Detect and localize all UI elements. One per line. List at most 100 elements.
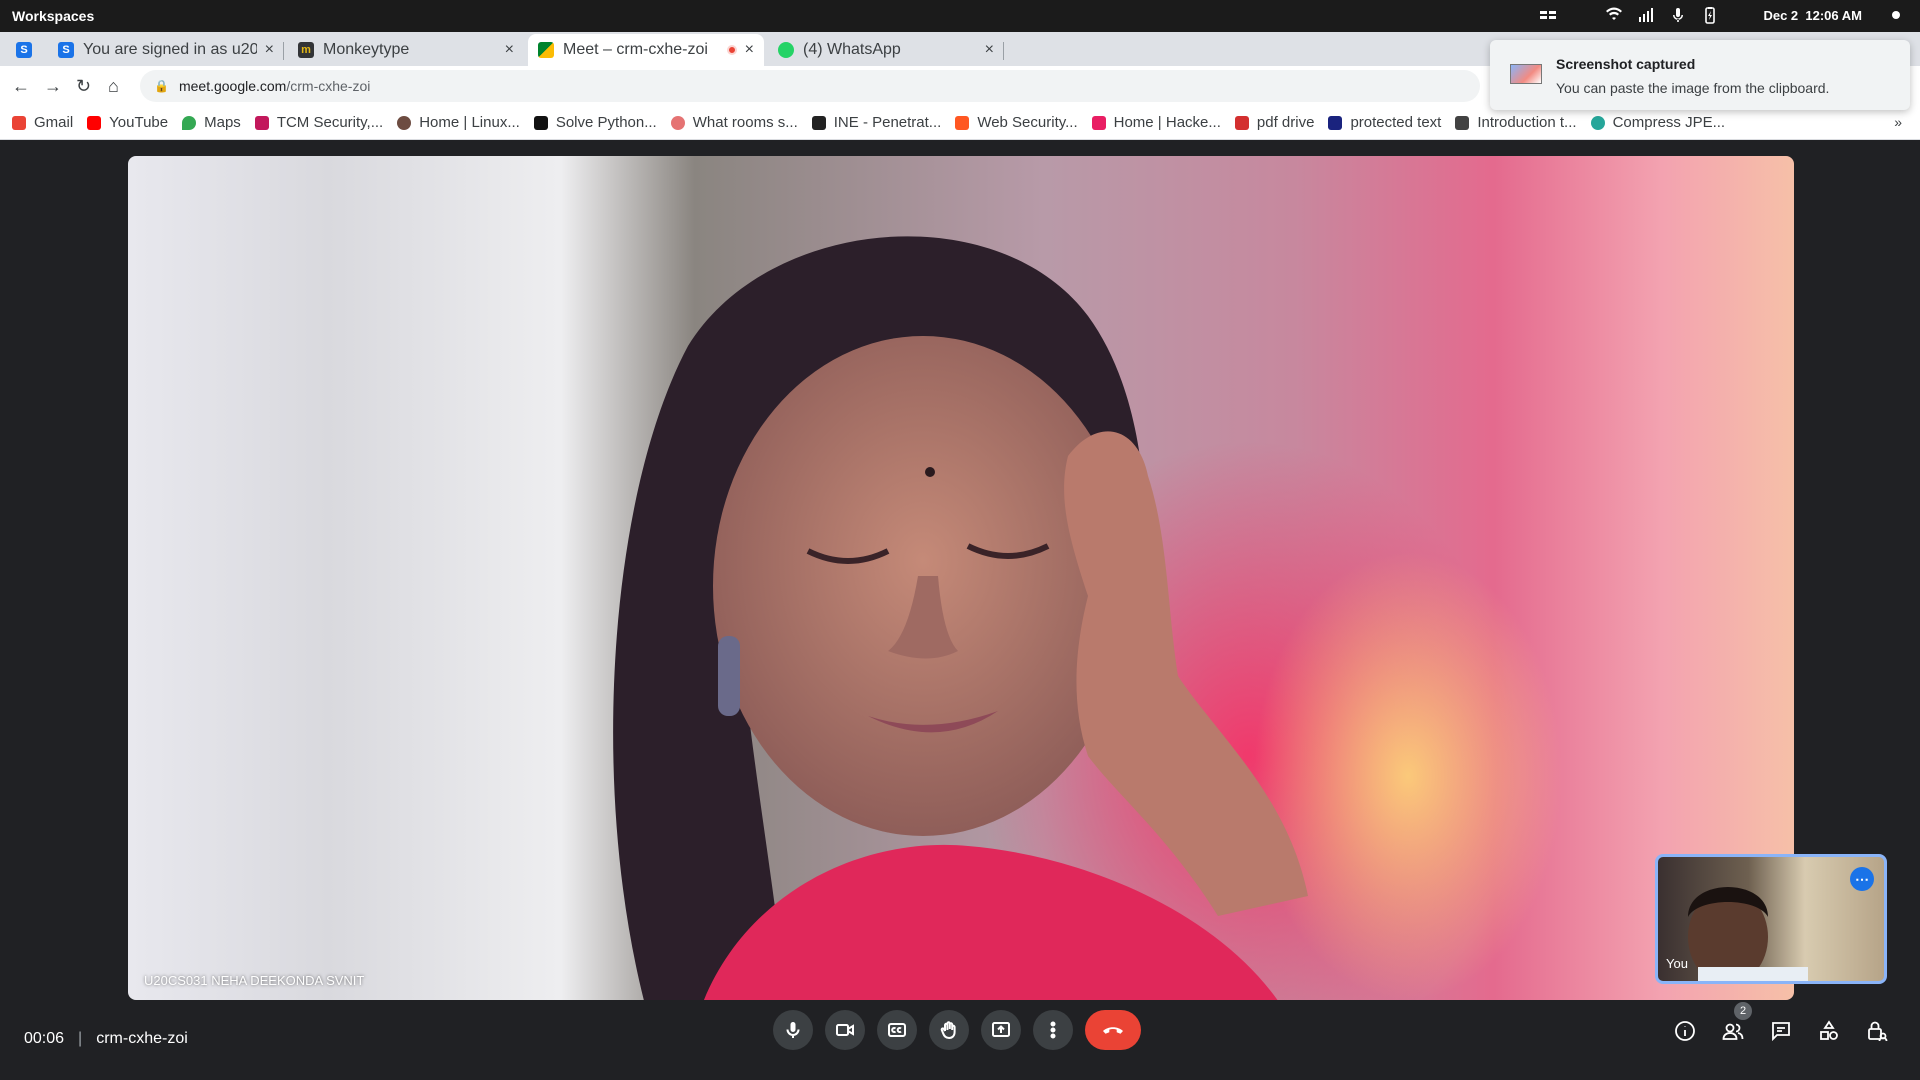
captions-button[interactable]	[877, 1010, 917, 1050]
gmail-icon	[12, 115, 26, 130]
tab-close-icon[interactable]: ×	[505, 41, 514, 59]
tab-close-icon[interactable]: ×	[985, 41, 994, 59]
bookmark-gmail[interactable]: Gmail	[12, 114, 73, 131]
tab-signed-in[interactable]: S You are signed in as u20 ×	[48, 34, 284, 66]
microphone-status-icon[interactable]	[1669, 6, 1687, 24]
activities-button[interactable]	[1816, 1018, 1842, 1044]
notification-body: You can paste the image from the clipboa…	[1556, 80, 1830, 96]
participant-video-tile[interactable]: U20CS031 NEHA DEEKONDA SVNIT	[128, 156, 1794, 1000]
maps-pin-icon	[182, 115, 197, 130]
clock-date: Dec 2	[1763, 7, 1799, 23]
bookmark-tcm-security[interactable]: TCM Security,...	[254, 114, 384, 131]
tab-close-icon[interactable]: ×	[265, 41, 274, 59]
tab-title: Meet – crm-cxhe-zoi	[563, 41, 708, 58]
protected-text-icon	[1328, 115, 1343, 130]
clock-time: 12:06 AM	[1805, 7, 1862, 23]
tab-meet[interactable]: Meet – crm-cxhe-zoi ×	[528, 34, 764, 66]
bookmark-linux-journey[interactable]: Home | Linux...	[397, 114, 520, 131]
camera-button[interactable]	[825, 1010, 865, 1050]
bookmark-protected-text[interactable]: protected text	[1328, 114, 1441, 131]
more-vertical-icon	[1050, 1021, 1056, 1039]
tab-separator	[1003, 42, 1004, 60]
chat-button[interactable]	[1768, 1018, 1794, 1044]
tab-whatsapp[interactable]: (4) WhatsApp ×	[768, 34, 1004, 66]
back-arrow-icon[interactable]: ←	[12, 76, 30, 97]
tcm-shield-icon	[254, 115, 269, 130]
signal-icon[interactable]	[1637, 6, 1655, 24]
info-icon	[1675, 1021, 1695, 1041]
meeting-details-button[interactable]	[1672, 1018, 1698, 1044]
reload-icon[interactable]: ↻	[76, 76, 91, 97]
tab-close-icon[interactable]: ×	[745, 41, 754, 59]
bookmark-label: YouTube	[109, 114, 169, 131]
raise-hand-button[interactable]	[929, 1010, 969, 1050]
bookmark-label: Compress JPE...	[1612, 114, 1726, 131]
bookmark-label: Home | Linux...	[419, 114, 520, 131]
bookmark-youtube[interactable]: YouTube	[87, 114, 168, 131]
self-view-more-options-icon[interactable]: ⋯	[1850, 867, 1874, 891]
battery-icon[interactable]	[1701, 6, 1719, 24]
wifi-icon[interactable]	[1605, 6, 1623, 24]
pinned-tab[interactable]: S	[10, 34, 40, 66]
self-view-label: You	[1666, 956, 1688, 971]
youtube-icon	[87, 115, 102, 130]
host-controls-button[interactable]	[1864, 1018, 1890, 1044]
bookmark-label: Introduction t...	[1477, 114, 1577, 131]
bookmark-label: TCM Security,...	[276, 114, 384, 131]
bookmark-maps[interactable]: Maps	[182, 114, 241, 131]
address-bar[interactable]: 🔒 meet.google.com/crm-cxhe-zoi	[140, 70, 1480, 102]
bookmark-pdf-drive[interactable]: pdf drive	[1234, 114, 1315, 131]
bookmarks-overflow-icon[interactable]: »	[1894, 114, 1902, 130]
tab-separator	[283, 42, 284, 60]
workspaces-button[interactable]: Workspaces	[12, 8, 94, 24]
url-path: /crm-cxhe-zoi	[286, 78, 371, 94]
closed-captions-icon	[888, 1023, 906, 1037]
raise-hand-icon	[940, 1021, 956, 1040]
video-camera-icon	[836, 1024, 854, 1036]
meeting-details: 00:06 | crm-cxhe-zoi	[24, 1030, 188, 1048]
leave-call-button[interactable]	[1085, 1010, 1141, 1050]
portswigger-icon	[955, 115, 970, 130]
microphone-icon	[786, 1022, 800, 1038]
pen-icon	[1455, 115, 1470, 130]
call-timer: 00:06	[24, 1030, 65, 1047]
meet-controls-bar: 00:06 | crm-cxhe-zoi 2	[0, 1002, 1920, 1070]
pdf-drive-icon	[1234, 115, 1249, 130]
bookmark-label: pdf drive	[1256, 114, 1315, 131]
screenshot-notification[interactable]: Screenshot captured You can paste the im…	[1490, 40, 1910, 110]
ine-icon	[811, 115, 826, 130]
tab-favicon-icon: S	[58, 42, 74, 58]
hacker101-icon	[1091, 115, 1106, 130]
bookmark-hackerrank[interactable]: Solve Python...	[533, 114, 657, 131]
bookmark-introduction[interactable]: Introduction t...	[1455, 114, 1577, 131]
bookmark-hacker101[interactable]: Home | Hacke...	[1091, 114, 1221, 131]
system-tray: Dec 2 12:06 AM	[1539, 6, 1900, 24]
bookmarks-bar: Gmail YouTube Maps TCM Security,... Home…	[0, 106, 1920, 140]
clock[interactable]: Dec 2 12:06 AM	[1763, 8, 1862, 23]
bookmark-ine[interactable]: INE - Penetrat...	[811, 114, 941, 131]
notification-dot-icon[interactable]	[1892, 11, 1900, 19]
more-options-button[interactable]	[1033, 1010, 1073, 1050]
hackerrank-icon	[533, 115, 548, 130]
keyboard-layout-icon[interactable]	[1539, 6, 1557, 24]
bookmark-label: Solve Python...	[555, 114, 657, 131]
tab-title: (4) WhatsApp	[803, 41, 901, 58]
hang-up-phone-icon	[1103, 1027, 1123, 1034]
home-icon[interactable]: ⌂	[108, 76, 119, 97]
bookmark-tryhackme[interactable]: What rooms s...	[670, 114, 798, 131]
participant-video-feed	[613, 236, 1308, 1000]
meet-stage: U20CS031 NEHA DEEKONDA SVNIT ⋯ You	[0, 140, 1920, 1080]
bookmark-compress-jpeg[interactable]: Compress JPE...	[1590, 114, 1726, 131]
people-button[interactable]	[1720, 1018, 1746, 1044]
bookmark-label: What rooms s...	[692, 114, 798, 131]
self-view-tile[interactable]: ⋯ You	[1655, 854, 1887, 984]
tab-monkeytype[interactable]: m Monkeytype ×	[288, 34, 524, 66]
present-screen-button[interactable]	[981, 1010, 1021, 1050]
bookmark-web-security[interactable]: Web Security...	[955, 114, 1078, 131]
lock-person-icon	[1868, 1021, 1888, 1042]
microphone-button[interactable]	[773, 1010, 813, 1050]
lock-icon[interactable]: 🔒	[154, 79, 169, 93]
bookmark-label: protected text	[1350, 114, 1442, 131]
bookmark-label: Web Security...	[977, 114, 1078, 131]
forward-arrow-icon[interactable]: →	[44, 76, 62, 97]
